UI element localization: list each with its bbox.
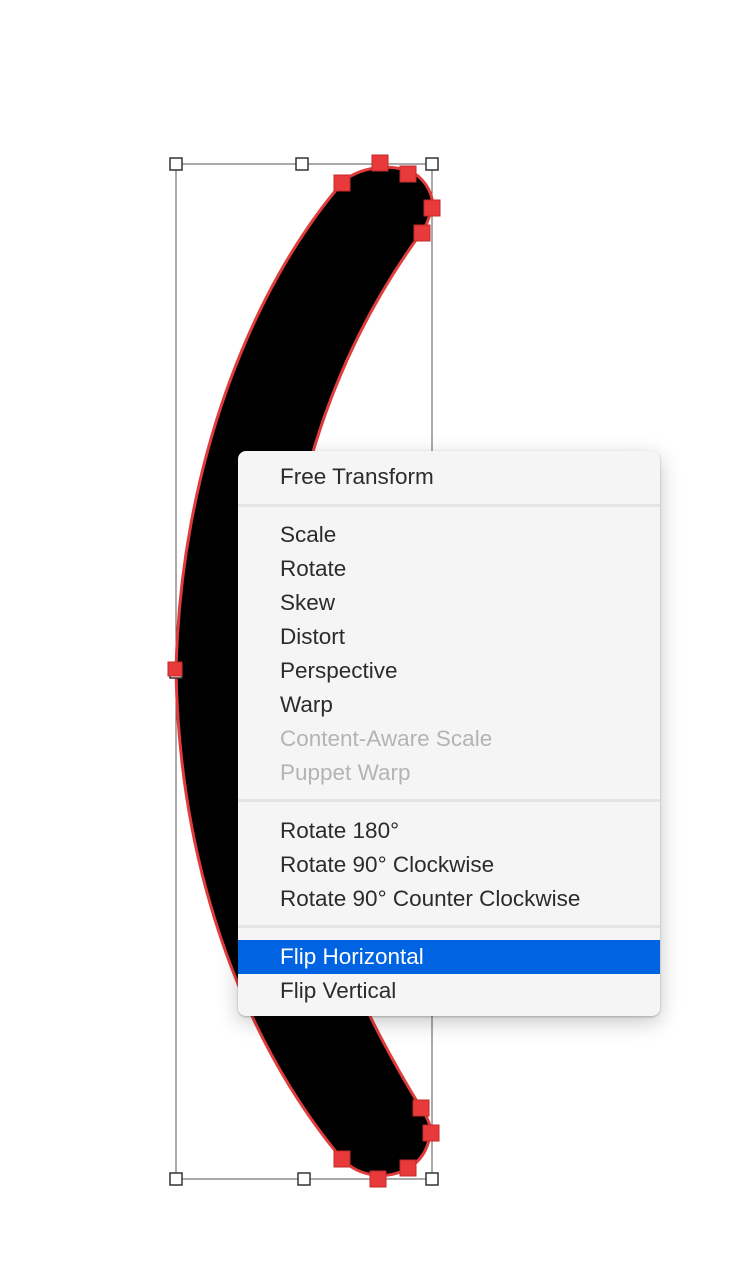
menu-item-perspective[interactable]: Perspective: [238, 654, 660, 688]
anchor-point[interactable]: [399, 165, 417, 183]
menu-item-scale[interactable]: Scale: [238, 518, 660, 552]
anchor-point[interactable]: [167, 661, 183, 677]
menu-item-content-aware-scale: Content-Aware Scale: [280, 726, 493, 751]
anchor-point[interactable]: [333, 1150, 351, 1168]
menu-item-rotate-90-cw[interactable]: Rotate 90° Clockwise: [238, 848, 660, 882]
menu-separator: [238, 925, 660, 928]
anchor-point[interactable]: [399, 1159, 417, 1177]
menu-item-warp[interactable]: Warp: [238, 688, 660, 722]
transform-handle-top-left[interactable]: [169, 157, 183, 171]
menu-item-rotate[interactable]: Rotate: [238, 552, 660, 586]
menu-item-flip-vertical[interactable]: Flip Vertical: [238, 974, 660, 1008]
transform-handle-bottom-center[interactable]: [297, 1172, 311, 1186]
anchor-point[interactable]: [369, 1170, 387, 1188]
menu-item-flip-horizontal[interactable]: Flip Horizontal: [238, 940, 660, 974]
menu-item-free-transform[interactable]: Free Transform: [238, 460, 660, 494]
anchor-point[interactable]: [333, 174, 351, 192]
menu-separator: [238, 504, 660, 507]
transform-handle-top-right[interactable]: [425, 157, 439, 171]
menu-item-rotate-180[interactable]: Rotate 180°: [238, 814, 660, 848]
menu-separator: [238, 799, 660, 802]
menu-item-rotate-90-ccw[interactable]: Rotate 90° Counter Clockwise: [238, 882, 660, 916]
menu-item-distort[interactable]: Distort: [238, 620, 660, 654]
transform-handle-bottom-left[interactable]: [169, 1172, 183, 1186]
menu-item-puppet-warp: Puppet Warp: [280, 760, 411, 785]
anchor-point[interactable]: [413, 224, 431, 242]
transform-context-menu: Free Transform Scale Rotate Skew Distort…: [238, 451, 660, 1016]
transform-handle-bottom-right[interactable]: [425, 1172, 439, 1186]
menu-item-skew[interactable]: Skew: [238, 586, 660, 620]
anchor-point[interactable]: [412, 1099, 430, 1117]
transform-handle-top-center[interactable]: [295, 157, 309, 171]
anchor-point[interactable]: [371, 154, 389, 172]
anchor-point[interactable]: [423, 199, 441, 217]
anchor-point[interactable]: [422, 1124, 440, 1142]
